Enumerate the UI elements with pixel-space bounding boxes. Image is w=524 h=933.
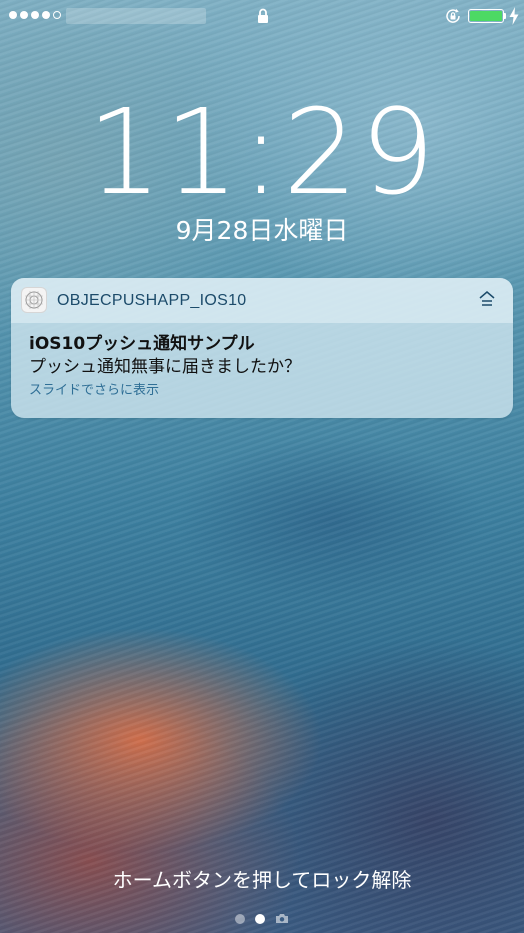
lock-screen-date: 9月28日水曜日 — [175, 216, 349, 245]
app-grid-icon — [25, 291, 43, 309]
signal-dot-empty — [53, 11, 61, 19]
notification-slide-hint: スライドでさらに表示 — [29, 383, 160, 398]
bolt-icon — [509, 7, 519, 25]
signal-strength-indicator — [9, 11, 61, 19]
page-dot-active[interactable] — [255, 913, 265, 924]
lock-icon — [258, 8, 268, 23]
lock-screen: 11:29 9月28日水曜日 OBJECPUSHAPP_IOS10 iOS10プ… — [0, 0, 524, 933]
rotation-lock-icon — [446, 8, 460, 23]
notification-title: iOS10プッシュ通知サンプル — [29, 334, 255, 354]
chevron-expand-icon[interactable] — [478, 290, 496, 308]
camera-icon[interactable] — [275, 913, 289, 924]
battery-level-fill — [470, 11, 502, 21]
unlock-instruction: ホームボタンを押してロック解除 — [112, 868, 412, 892]
page-indicator[interactable] — [235, 913, 289, 924]
battery-indicator — [468, 9, 504, 23]
battery-cap — [504, 13, 506, 19]
app-icon — [21, 287, 47, 313]
notification-body: iOS10プッシュ通知サンプル プッシュ通知無事に届きましたか？ スライドでさら… — [11, 323, 513, 401]
signal-dot — [20, 11, 28, 19]
notification-header: OBJECPUSHAPP_IOS10 — [11, 278, 513, 323]
push-notification-banner[interactable]: OBJECPUSHAPP_IOS10 iOS10プッシュ通知サンプル プッシュ通… — [11, 278, 513, 418]
signal-dot — [42, 11, 50, 19]
signal-dot — [31, 11, 39, 19]
page-dot[interactable] — [235, 913, 245, 924]
carrier-name-redacted — [66, 8, 206, 24]
signal-dot — [9, 11, 17, 19]
notification-message: プッシュ通知無事に届きましたか？ — [29, 357, 301, 377]
status-bar — [0, 0, 524, 32]
lock-screen-clock: 11:29 — [86, 83, 438, 221]
notification-app-name: OBJECPUSHAPP_IOS10 — [57, 292, 247, 309]
